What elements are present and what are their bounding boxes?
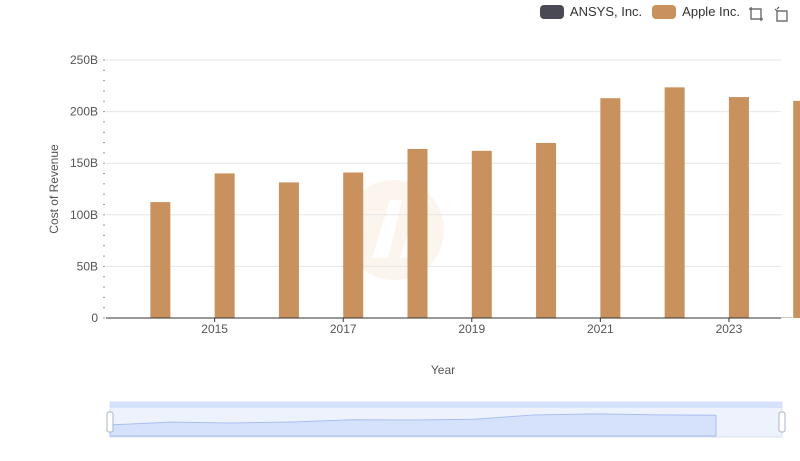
bar-apple bbox=[471, 150, 492, 318]
data-zoom-slider[interactable] bbox=[106, 401, 786, 438]
y-tick-label: 0 bbox=[91, 311, 98, 325]
bar-apple bbox=[407, 148, 428, 318]
y-tick-label: 200B bbox=[70, 105, 98, 119]
bars-group bbox=[129, 87, 800, 319]
x-tick-label: 2019 bbox=[458, 322, 485, 336]
y-tick-label: 100B bbox=[70, 208, 98, 222]
bar-apple bbox=[728, 97, 749, 318]
bar-apple bbox=[536, 142, 557, 318]
y-axis-label: Cost of Revenue bbox=[47, 144, 61, 234]
bar-apple bbox=[600, 98, 621, 319]
y-tick-label: 50B bbox=[77, 259, 98, 273]
zoom-top-bar[interactable] bbox=[110, 402, 782, 408]
chart-container: ANSYS, Inc. Apple Inc. 0 50B 100B 150B 200B 2… bbox=[0, 0, 800, 461]
bar-apple bbox=[343, 172, 364, 318]
bar-apple bbox=[278, 182, 299, 318]
bar-apple bbox=[214, 173, 235, 318]
x-tick-label: 2015 bbox=[201, 322, 228, 336]
x-tick-label: 2017 bbox=[330, 322, 357, 336]
bar-apple bbox=[150, 202, 171, 318]
y-tick-label: 250B bbox=[70, 53, 98, 67]
x-axis-label: Year bbox=[431, 363, 455, 377]
x-tick-label: 2021 bbox=[587, 322, 614, 336]
y-tick-label: 150B bbox=[70, 156, 98, 170]
x-tick-label: 2023 bbox=[716, 322, 743, 336]
zoom-handle-left[interactable] bbox=[106, 411, 114, 433]
chart-svg: 0 50B 100B 150B 200B 250B 2015 2017 2019 2021 2023… bbox=[47, 53, 800, 438]
bar-apple bbox=[793, 100, 800, 318]
bar-apple bbox=[664, 87, 685, 319]
zoom-handle-right[interactable] bbox=[778, 411, 786, 433]
